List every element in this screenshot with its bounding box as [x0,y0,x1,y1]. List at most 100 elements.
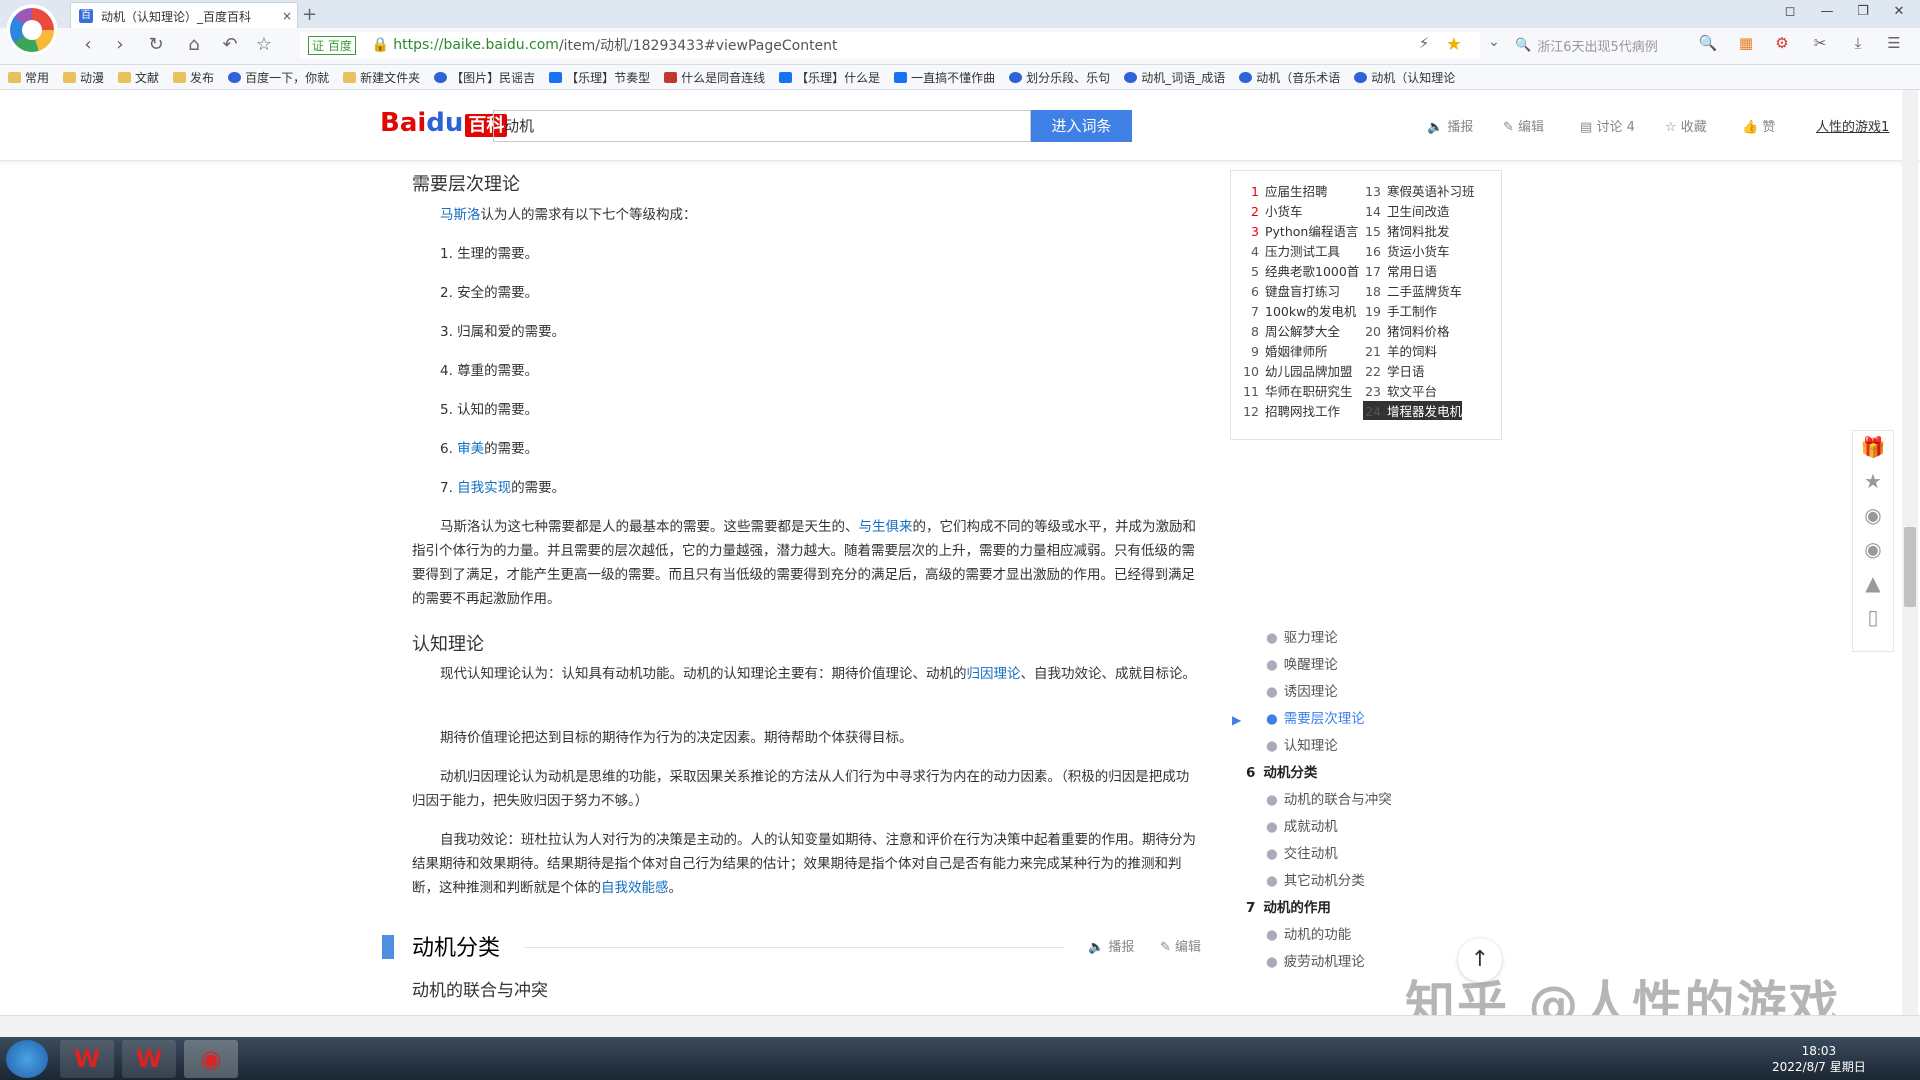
link-innate[interactable]: 与生俱来 [859,519,913,535]
reload-icon[interactable]: ↻ [142,34,170,55]
bookmark-item[interactable]: 【乐理】节奏型 [549,69,650,86]
skin-icon[interactable]: ◻ [1775,4,1805,19]
hot-item[interactable]: 23 软文平台 [1363,381,1437,400]
collect-button[interactable]: ☆ 收藏 [1665,116,1707,135]
bookmark-item[interactable]: 百度一下，你就 [228,69,329,86]
browser-tab[interactable]: 百 动机（认知理论）_百度百科 × [70,2,298,29]
wps-icon[interactable]: W [60,1040,114,1078]
bookmark-item[interactable]: 划分乐段、乐句 [1009,69,1110,86]
wechat-icon[interactable]: ◉ [1853,537,1893,561]
toc-item[interactable]: ● 动机的联合与冲突 [1266,788,1392,808]
broadcast-button[interactable]: 🔈 播报 [1427,116,1473,135]
close-window-icon[interactable]: ✕ [1884,4,1914,19]
like-button[interactable]: 👍 赞 [1742,116,1775,135]
toc-item[interactable]: ● 驱力理论 [1266,626,1338,646]
qq-icon[interactable]: ▲ [1853,571,1893,595]
gift-icon[interactable]: 🎁 [1853,435,1893,459]
edit-button[interactable]: ✎ 编辑 [1503,116,1544,135]
bookmark-item[interactable]: 【图片】民谣吉 [434,69,535,86]
hot-item[interactable]: 24 增程器发电机 [1363,401,1463,420]
toc-item[interactable]: ● 疲劳动机理论 [1266,950,1365,970]
hot-item[interactable]: 11 华师在职研究生 [1241,381,1352,400]
favorite-star-icon[interactable]: ☆ [250,34,278,55]
bookmark-item[interactable]: 动机（认知理论 [1354,69,1455,86]
hot-item[interactable]: 1 应届生招聘 [1241,181,1327,200]
bookmark-item[interactable]: 新建文件夹 [343,69,420,86]
hot-item[interactable]: 22 学日语 [1363,361,1424,380]
weibo-icon[interactable]: ◉ [1853,503,1893,527]
menu-icon[interactable]: ☰ [1880,34,1908,52]
hot-item[interactable]: 21 羊的饲料 [1363,341,1437,360]
mobile-icon[interactable]: ▯ [1853,605,1893,629]
toc-section[interactable]: 7 动机的作用 [1246,896,1331,916]
clock[interactable]: 18:03 2022/8/7 星期日 [1772,1043,1866,1075]
hot-item[interactable]: 10 幼儿园品牌加盟 [1241,361,1352,380]
start-button[interactable] [6,1040,48,1078]
toc-item[interactable]: ● 交往动机 [1266,842,1338,862]
game-icon[interactable]: ⚙ [1768,34,1796,52]
hot-item[interactable]: 7 100kw的发电机 [1241,301,1356,320]
bookmark-item[interactable]: 什么是同音连线 [664,69,765,86]
hot-item[interactable]: 15 猪饲料批发 [1363,221,1449,240]
tab-close-icon[interactable]: × [277,9,297,23]
scrollbar-thumb[interactable] [1904,527,1916,607]
hot-item[interactable]: 12 招聘网找工作 [1241,401,1340,420]
link-self-efficacy[interactable]: 自我效能感 [601,880,669,896]
apps-icon[interactable]: ▦ [1732,34,1760,52]
bookmark-item[interactable]: 文献 [118,69,159,86]
link-self-actualization[interactable]: 自我实现 [457,480,511,496]
hot-item[interactable]: 18 二手蓝牌货车 [1363,281,1462,300]
url-bar[interactable]: 证 百度 🔒 https://baike.baidu.com /item/动机/… [300,32,1480,58]
hot-item[interactable]: 8 周公解梦大全 [1241,321,1340,340]
undo-icon[interactable]: ↶ [216,34,244,55]
baike-logo[interactable]: Baidu 百科 [380,108,508,138]
search-go-icon[interactable]: 🔍 [1694,34,1722,52]
bookmark-item[interactable]: 动漫 [63,69,104,86]
toc-section[interactable]: 6 动机分类 [1246,761,1317,781]
toc-item[interactable]: ● 唤醒理论 [1266,653,1338,673]
toc-item[interactable]: ● 成就动机 [1266,815,1338,835]
bookmark-item[interactable]: 动机_词语_成语 [1124,69,1225,86]
scissors-icon[interactable]: ✂ [1806,34,1834,52]
link-attribution[interactable]: 归因理论 [967,666,1021,682]
favorite-icon[interactable]: ★ [1853,469,1893,493]
user-link[interactable]: 人性的游戏1 [1816,116,1889,135]
bookmark-item[interactable]: 发布 [173,69,214,86]
section-broadcast-button[interactable]: 🔈 播报 [1088,936,1134,955]
new-tab-button[interactable]: + [302,4,317,25]
hot-item[interactable]: 3 Python编程语言 [1241,221,1358,240]
bookmark-star-icon[interactable]: ★ [1440,34,1468,55]
toc-item[interactable]: ● 动机的功能 [1266,923,1351,943]
bookmark-item[interactable]: 【乐理】什么是 [779,69,880,86]
wps-icon[interactable]: W [122,1040,176,1078]
hot-item[interactable]: 17 常用日语 [1363,261,1437,280]
hot-item[interactable]: 16 货运小货车 [1363,241,1449,260]
chevron-down-icon[interactable]: ⌄ [1480,34,1508,50]
toc-item[interactable]: ● 认知理论 [1266,734,1338,754]
browser-taskbar-icon[interactable]: ◉ [184,1040,238,1078]
hot-item[interactable]: 2 小货车 [1241,201,1302,220]
discuss-button[interactable]: ▤ 讨论 4 [1580,116,1635,135]
lightning-icon[interactable]: ⚡ [1410,34,1438,52]
home-icon[interactable]: ⌂ [180,34,208,55]
bookmark-item[interactable]: 常用 [8,69,49,86]
section-edit-button[interactable]: ✎ 编辑 [1160,936,1201,955]
hot-item[interactable]: 9 婚姻律师所 [1241,341,1327,360]
forward-icon[interactable]: › [106,34,134,55]
search-box[interactable]: 🔍 浙江6天出现5代病例 [1515,34,1715,56]
toc-item[interactable]: ● 诱因理论 [1266,680,1338,700]
hot-item[interactable]: 6 键盘盲打练习 [1241,281,1340,300]
toc-item-active[interactable]: ● 需要层次理论 [1266,707,1365,727]
enter-entry-button[interactable]: 进入词条 [1031,110,1132,142]
link-aesthetic[interactable]: 审美 [457,441,484,457]
back-icon[interactable]: ‹ [74,34,102,55]
hot-item[interactable]: 4 压力测试工具 [1241,241,1340,260]
baike-search-input[interactable]: 动机 [493,110,1031,142]
browser-logo-icon[interactable] [6,4,58,56]
hot-item[interactable]: 20 猪饲料价格 [1363,321,1449,340]
hot-item[interactable]: 19 手工制作 [1363,301,1437,320]
link-maslow[interactable]: 马斯洛 [440,207,481,223]
bookmark-item[interactable]: 动机（音乐术语 [1239,69,1340,86]
minimize-icon[interactable]: — [1812,4,1842,19]
hot-item[interactable]: 14 卫生间改造 [1363,201,1449,220]
